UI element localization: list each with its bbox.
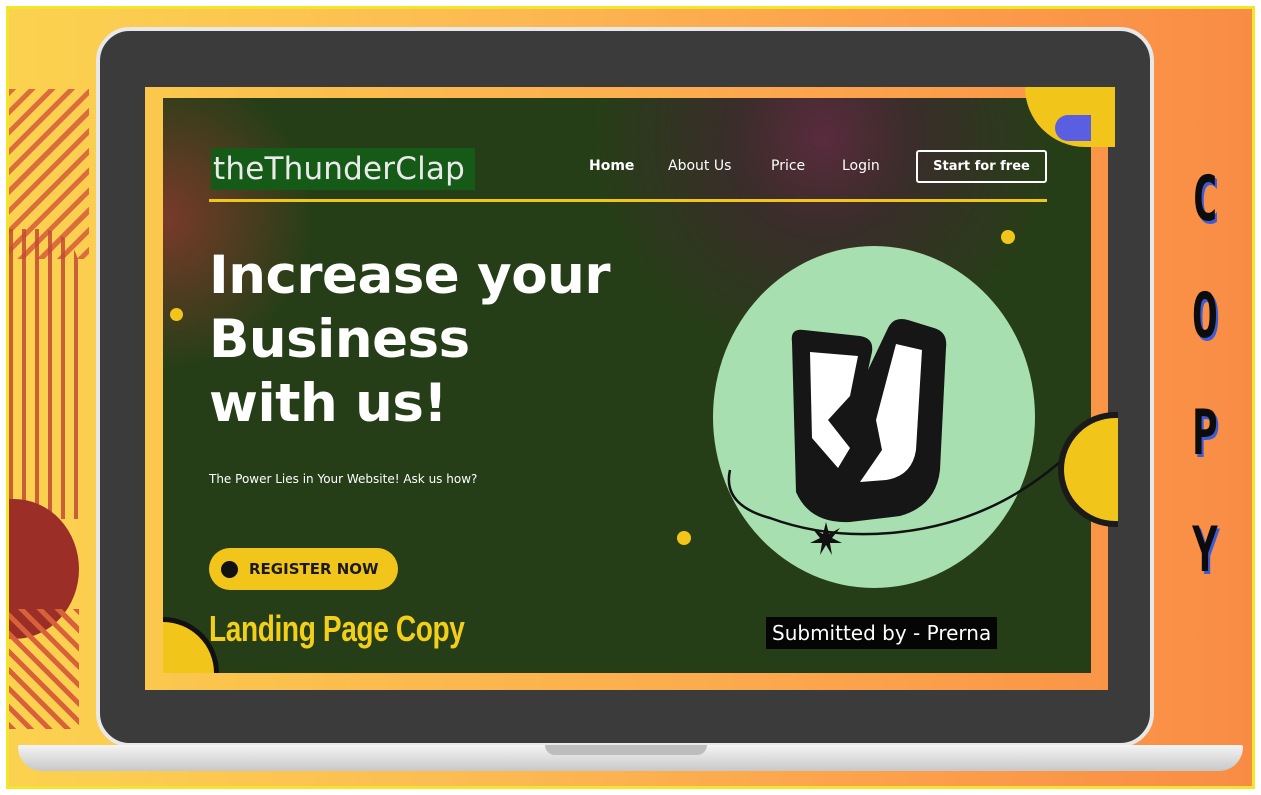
decor-dot (170, 308, 183, 321)
start-for-free-button[interactable]: Start for free (916, 150, 1047, 183)
nav-divider (209, 199, 1047, 202)
vertical-copy-text: C O P Y (1180, 140, 1230, 608)
register-now-button[interactable]: REGISTER NOW (209, 548, 398, 590)
nav-home[interactable]: Home (589, 158, 634, 174)
laptop-notch (545, 745, 707, 755)
landing-page-copy-title: Landing Page Copy (209, 608, 465, 649)
headline-line: Business (209, 309, 470, 370)
nav-about-us[interactable]: About Us (668, 158, 731, 174)
hero-tagline: The Power Lies in Your Website! Ask us h… (209, 472, 478, 486)
decor-bars (9, 229, 79, 519)
spark-star-icon (810, 522, 842, 555)
nav-login[interactable]: Login (842, 158, 880, 174)
headline-line: Increase your (209, 245, 611, 306)
register-label: REGISTER NOW (249, 560, 379, 578)
copy-letter: Y (1191, 513, 1219, 586)
hero-illustration (727, 319, 1061, 555)
submitted-by-label: Submitted by - Prerna (766, 617, 998, 649)
decor-dot (677, 531, 691, 545)
copy-letter: O (1191, 279, 1219, 352)
brand-logo[interactable]: theThunderClap (211, 148, 475, 190)
dot-icon (221, 561, 238, 578)
hero-headline: Increase your Business with us! (209, 244, 689, 436)
headline-line: with us! (209, 373, 448, 434)
decor-lines (9, 609, 79, 729)
thunderclap-logo-icon (791, 319, 947, 523)
corner-shape-blue (1055, 115, 1091, 141)
copy-letter: C (1191, 162, 1219, 235)
copy-letter: P (1191, 396, 1219, 469)
decor-dot (1001, 230, 1015, 244)
nav-price[interactable]: Price (771, 158, 805, 174)
